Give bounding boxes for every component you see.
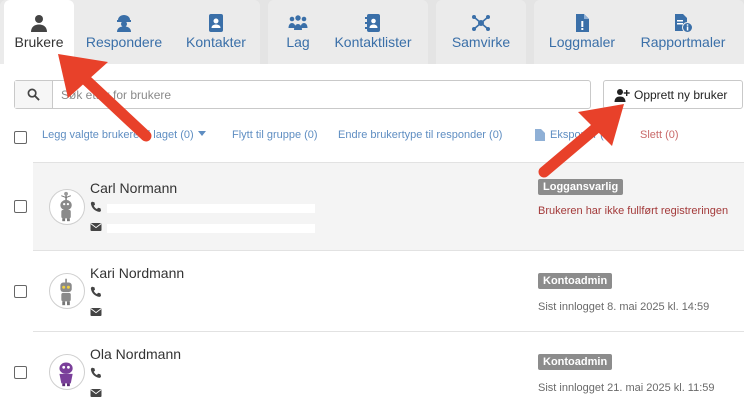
role-badge: Kontoadmin bbox=[538, 273, 613, 289]
redacted-email bbox=[107, 224, 315, 233]
role-badge: Loggansvarlig bbox=[538, 179, 624, 195]
registration-warning: Brukeren har ikke fullført registreringe… bbox=[538, 205, 729, 217]
tab-brukere[interactable]: Brukere bbox=[4, 0, 74, 64]
tab-label: Rapportmaler bbox=[640, 34, 726, 50]
redacted-phone bbox=[107, 204, 315, 213]
users-admin-page: Brukere Respondere Kontakter Lag Kontakt… bbox=[0, 0, 744, 414]
user-row[interactable]: Carl Normann Loggansvarlig Brukeren har … bbox=[33, 162, 744, 250]
last-login-text: Sist innlogget 8. mai 2025 kl. 14:59 bbox=[538, 301, 710, 313]
mail-icon bbox=[90, 389, 102, 397]
user-row[interactable]: Kari Nordmann Kontoadmin Sist innlogget … bbox=[33, 250, 744, 331]
contact-list-icon bbox=[365, 14, 380, 32]
tab-respondere[interactable]: Respondere bbox=[80, 0, 168, 64]
phone-icon bbox=[90, 286, 101, 297]
avatar bbox=[49, 273, 85, 309]
search-button[interactable] bbox=[15, 81, 53, 108]
tab-loggmaler[interactable]: Loggmaler bbox=[544, 0, 620, 64]
avatar bbox=[49, 189, 85, 225]
row-checkbox[interactable] bbox=[14, 366, 27, 379]
robot-avatar-icon bbox=[59, 362, 73, 387]
tab-bar: Brukere Respondere Kontakter Lag Kontakt… bbox=[0, 0, 744, 64]
phone-icon bbox=[90, 367, 101, 378]
search-input[interactable] bbox=[61, 85, 581, 104]
respondent-icon bbox=[117, 15, 131, 32]
tab-label: Kontakter bbox=[186, 34, 246, 50]
row-checkbox[interactable] bbox=[14, 200, 27, 213]
add-to-team-action[interactable]: Legg valgte brukere til laget (0) bbox=[42, 129, 206, 141]
robot-avatar-icon bbox=[60, 278, 72, 306]
person-icon bbox=[31, 15, 47, 32]
mail-icon bbox=[90, 223, 102, 231]
network-icon bbox=[472, 15, 490, 31]
row-checkbox[interactable] bbox=[14, 285, 27, 298]
tab-label: Loggmaler bbox=[548, 34, 616, 50]
move-to-group-action[interactable]: Flytt til gruppe (0) bbox=[232, 129, 318, 141]
user-row[interactable]: Ola Nordmann Kontoadmin Sist innlogget 2… bbox=[33, 331, 744, 414]
change-user-type-action[interactable]: Endre brukertype til responder (0) bbox=[338, 129, 502, 141]
tab-label: Brukere bbox=[14, 34, 64, 50]
file-icon bbox=[535, 129, 545, 141]
add-to-team-label: Legg valgte brukere til laget (0) bbox=[42, 129, 194, 141]
create-user-label: Opprett ny bruker bbox=[634, 88, 728, 102]
avatar bbox=[49, 354, 85, 390]
contact-card-icon bbox=[209, 14, 223, 32]
add-user-icon bbox=[614, 89, 630, 102]
search-box bbox=[14, 80, 591, 109]
last-login-text: Sist innlogget 21. mai 2025 kl. 11:59 bbox=[538, 382, 715, 394]
team-icon bbox=[288, 15, 308, 30]
search-icon bbox=[27, 88, 40, 101]
user-name[interactable]: Kari Nordmann bbox=[90, 265, 184, 281]
role-badge: Kontoadmin bbox=[538, 354, 613, 370]
tab-label: Respondere bbox=[85, 34, 163, 50]
report-template-icon bbox=[675, 14, 693, 33]
user-name[interactable]: Ola Nordmann bbox=[90, 346, 181, 362]
tab-samvirke[interactable]: Samvirke bbox=[440, 0, 522, 64]
user-name[interactable]: Carl Normann bbox=[90, 180, 177, 196]
delete-action[interactable]: Slett (0) bbox=[640, 129, 679, 141]
log-template-icon bbox=[576, 14, 589, 32]
create-user-button[interactable]: Opprett ny bruker bbox=[603, 80, 743, 109]
robot-avatar-icon bbox=[60, 191, 72, 222]
export-action[interactable]: Eksporter (0) bbox=[535, 129, 614, 141]
caret-down-icon bbox=[197, 131, 206, 136]
tab-rapportmaler[interactable]: Rapportmaler bbox=[636, 0, 730, 64]
select-all-checkbox[interactable] bbox=[14, 131, 27, 144]
tab-label: Samvirke bbox=[451, 34, 511, 50]
tab-kontakter[interactable]: Kontakter bbox=[176, 0, 256, 64]
tab-lag[interactable]: Lag bbox=[272, 0, 324, 64]
tab-kontaktlister[interactable]: Kontaktlister bbox=[330, 0, 416, 64]
phone-icon bbox=[90, 201, 101, 212]
export-label: Eksporter (0) bbox=[550, 129, 614, 141]
tab-label: Kontaktlister bbox=[334, 34, 412, 50]
tab-label: Lag bbox=[286, 34, 310, 50]
mail-icon bbox=[90, 308, 102, 316]
